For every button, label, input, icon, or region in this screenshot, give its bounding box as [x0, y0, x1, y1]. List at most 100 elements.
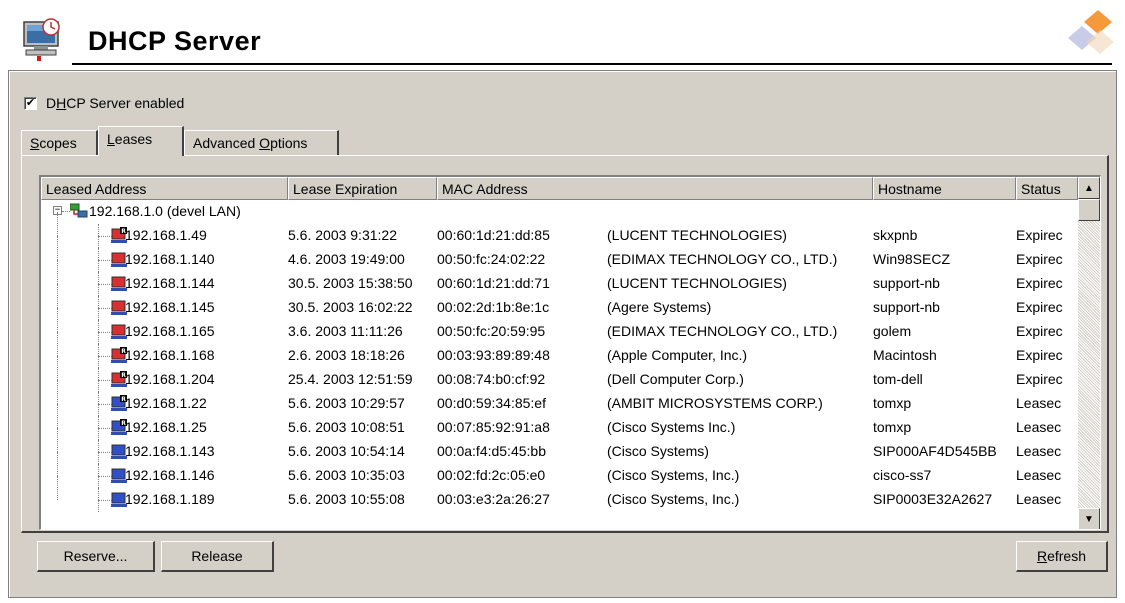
lease-hostname: SIP000AF4D545BB [873, 443, 997, 459]
scroll-thumb[interactable] [1078, 199, 1100, 221]
lease-mac: 00:0a:f4:d5:45:bb [437, 443, 546, 459]
lease-status: Expirec [1016, 299, 1063, 315]
tree-line [98, 404, 112, 405]
checkmark-icon: ✔ [25, 96, 36, 109]
lease-expiration: 30.5. 2003 16:02:22 [288, 299, 413, 315]
lease-vendor: (AMBIT MICROSYSTEMS CORP.) [607, 395, 823, 411]
dhcp-enabled-row[interactable]: ✔ DHCP Server enabled [24, 95, 184, 111]
network-icon [70, 203, 88, 218]
leases-rows: − 192.168.1.0 (devel LAN) R 192.168.1.49 5… [41, 200, 1078, 512]
lease-hostname: golem [873, 323, 912, 339]
tab-leases[interactable]: Leases [98, 126, 184, 156]
lease-ip: 192.168.1.25 [125, 419, 207, 435]
lease-expiration: 5.6. 2003 10:55:08 [288, 491, 405, 507]
reserve-button[interactable]: Reserve... [37, 541, 155, 572]
dhcp-enabled-checkbox[interactable]: ✔ [24, 96, 37, 110]
lease-status: Leasec [1016, 419, 1062, 435]
lease-ip: 192.168.1.140 [125, 251, 215, 267]
scroll-down-button[interactable]: ▼ [1078, 508, 1100, 529]
diamond-logo-icon [1068, 10, 1114, 54]
column-header-row: Leased Address Lease Expiration MAC Addr… [41, 177, 1078, 200]
tree-line [98, 428, 112, 429]
lease-mac: 00:07:85:92:91:a8 [437, 419, 550, 435]
lease-mac: 00:02:2d:1b:8e:1c [437, 299, 550, 315]
table-row[interactable]: R 192.168.1.25 5.6. 2003 10:08:51 00:07:85:… [41, 404, 1078, 440]
tree-line [98, 356, 112, 357]
dhcp-panel: ✔ DHCP Server enabled Scopes Leases Adva… [8, 70, 1117, 598]
tree-line [98, 476, 112, 477]
lease-vendor: (EDIMAX TECHNOLOGY CO., LTD.) [607, 323, 838, 339]
lease-expiration: 4.6. 2003 19:49:00 [288, 251, 405, 267]
leases-tab-page: Leased Address Lease Expiration MAC Addr… [21, 155, 1109, 533]
tree-line [98, 260, 112, 261]
lease-status: Expirec [1016, 371, 1063, 387]
tree-line [57, 356, 58, 380]
tab-advanced-options[interactable]: Advanced Options [184, 130, 339, 155]
lease-mac: 00:02:fd:2c:05:e0 [437, 467, 546, 483]
lease-hostname: Win98SECZ [873, 251, 951, 267]
tree-line [98, 332, 112, 333]
lease-vendor: (EDIMAX TECHNOLOGY CO., LTD.) [607, 251, 838, 267]
table-row[interactable]: 192.168.1.165 3.6. 2003 11:11:26 00:50:fc:… [41, 308, 1078, 344]
tree-line [98, 284, 112, 285]
arrow-down-icon: ▼ [1084, 513, 1094, 525]
table-row[interactable]: R 192.168.1.22 5.6. 2003 10:29:57 00:d0:59:… [41, 380, 1078, 416]
header-divider [72, 63, 1112, 65]
lease-hostname: tomxp [873, 395, 912, 411]
table-row[interactable]: 192.168.1.145 30.5. 2003 16:02:22 00:02:2d… [41, 284, 1078, 320]
refresh-button[interactable]: Refresh [1016, 541, 1108, 572]
arrow-up-icon: ▲ [1084, 182, 1094, 194]
table-row[interactable]: 192.168.1.146 5.6. 2003 10:35:03 00:02:fd:… [41, 452, 1078, 488]
tree-line [57, 476, 58, 500]
subnet-label: 192.168.1.0 (devel LAN) [89, 203, 241, 219]
tree-line [57, 404, 58, 428]
lease-mac: 00:60:1d:21:dd:71 [437, 275, 550, 291]
tree-node-subnet[interactable]: − 192.168.1.0 (devel LAN) [41, 200, 1078, 224]
column-header-mac-address[interactable]: MAC Address [437, 177, 873, 200]
tree-line [98, 452, 112, 453]
scroll-up-button[interactable]: ▲ [1078, 177, 1100, 199]
lease-vendor: (LUCENT TECHNOLOGIES) [607, 227, 787, 243]
table-row[interactable]: R 192.168.1.168 2.6. 2003 18:18:26 00:03:93… [41, 332, 1078, 368]
lease-ip: 192.168.1.204 [125, 371, 215, 387]
table-row[interactable]: R 192.168.1.49 5.6. 2003 9:31:22 00:60:1d:2… [41, 212, 1078, 248]
lease-expiration: 30.5. 2003 15:38:50 [288, 275, 413, 291]
column-header-hostname[interactable]: Hostname [873, 177, 1016, 200]
lease-expiration: 3.6. 2003 11:11:26 [288, 323, 403, 339]
lease-mac: 00:08:74:b0:cf:92 [437, 371, 546, 387]
table-row[interactable]: 192.168.1.189 5.6. 2003 10:55:08 00:03:e3:… [41, 476, 1078, 512]
column-header-status[interactable]: Status [1016, 177, 1078, 200]
tree-line [98, 380, 112, 381]
column-header-lease-expiration[interactable]: Lease Expiration [288, 177, 437, 200]
table-row[interactable]: 192.168.1.144 30.5. 2003 15:38:50 00:60:1d… [41, 260, 1078, 296]
tree-line [57, 332, 58, 356]
column-header-leased-address[interactable]: Leased Address [41, 177, 288, 200]
tree-line [57, 428, 58, 452]
lease-vendor: (Apple Computer, Inc.) [607, 347, 748, 363]
table-row[interactable]: R 192.168.1.204 25.4. 2003 12:51:59 00:08:7… [41, 356, 1078, 392]
lease-hostname: support-nb [873, 299, 940, 315]
lease-ip: 192.168.1.143 [125, 443, 215, 459]
lease-hostname: skxpnb [873, 227, 918, 243]
lease-status: Leasec [1016, 395, 1062, 411]
release-button[interactable]: Release [161, 541, 274, 572]
tree-line [57, 380, 58, 404]
lease-status: Expirec [1016, 347, 1063, 363]
leases-list[interactable]: Leased Address Lease Expiration MAC Addr… [39, 175, 1101, 530]
lease-hostname: cisco-ss7 [873, 467, 932, 483]
tree-line [98, 236, 112, 237]
table-row[interactable]: 192.168.1.143 5.6. 2003 10:54:14 00:0a:f4:… [41, 428, 1078, 464]
lease-ip: 192.168.1.189 [125, 491, 215, 507]
tab-scopes[interactable]: Scopes [21, 130, 98, 155]
lease-ip: 192.168.1.22 [125, 395, 207, 411]
lease-expiration: 5.6. 2003 10:35:03 [288, 467, 405, 483]
lease-status: Expirec [1016, 227, 1063, 243]
page-title: DHCP Server [88, 26, 262, 56]
lease-status: Expirec [1016, 275, 1063, 291]
lease-hostname: SIP0003E32A2627 [873, 491, 993, 507]
table-row[interactable]: 192.168.1.140 4.6. 2003 19:49:00 00:50:fc:… [41, 236, 1078, 272]
lease-vendor: (Dell Computer Corp.) [607, 371, 744, 387]
vertical-scrollbar[interactable]: ▲ ▼ [1078, 177, 1100, 529]
lease-mac: 00:50:fc:24:02:22 [437, 251, 546, 267]
lease-status: Leasec [1016, 467, 1062, 483]
